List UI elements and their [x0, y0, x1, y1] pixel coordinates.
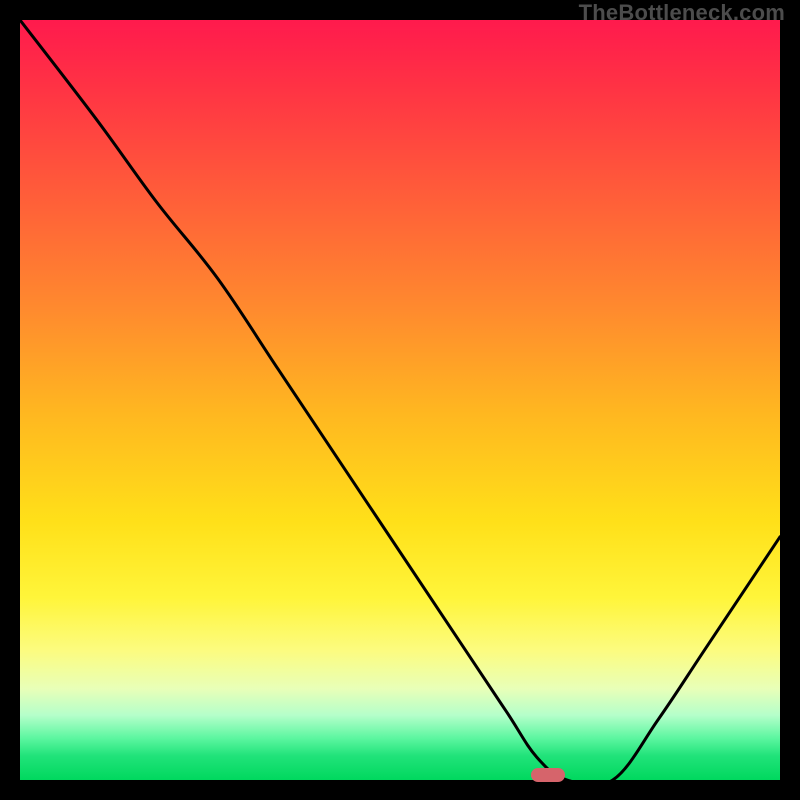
optimal-marker	[531, 768, 565, 782]
watermark-text: TheBottleneck.com	[579, 0, 785, 26]
plot-gradient-background	[20, 20, 780, 780]
chart-frame: TheBottleneck.com	[0, 0, 800, 800]
